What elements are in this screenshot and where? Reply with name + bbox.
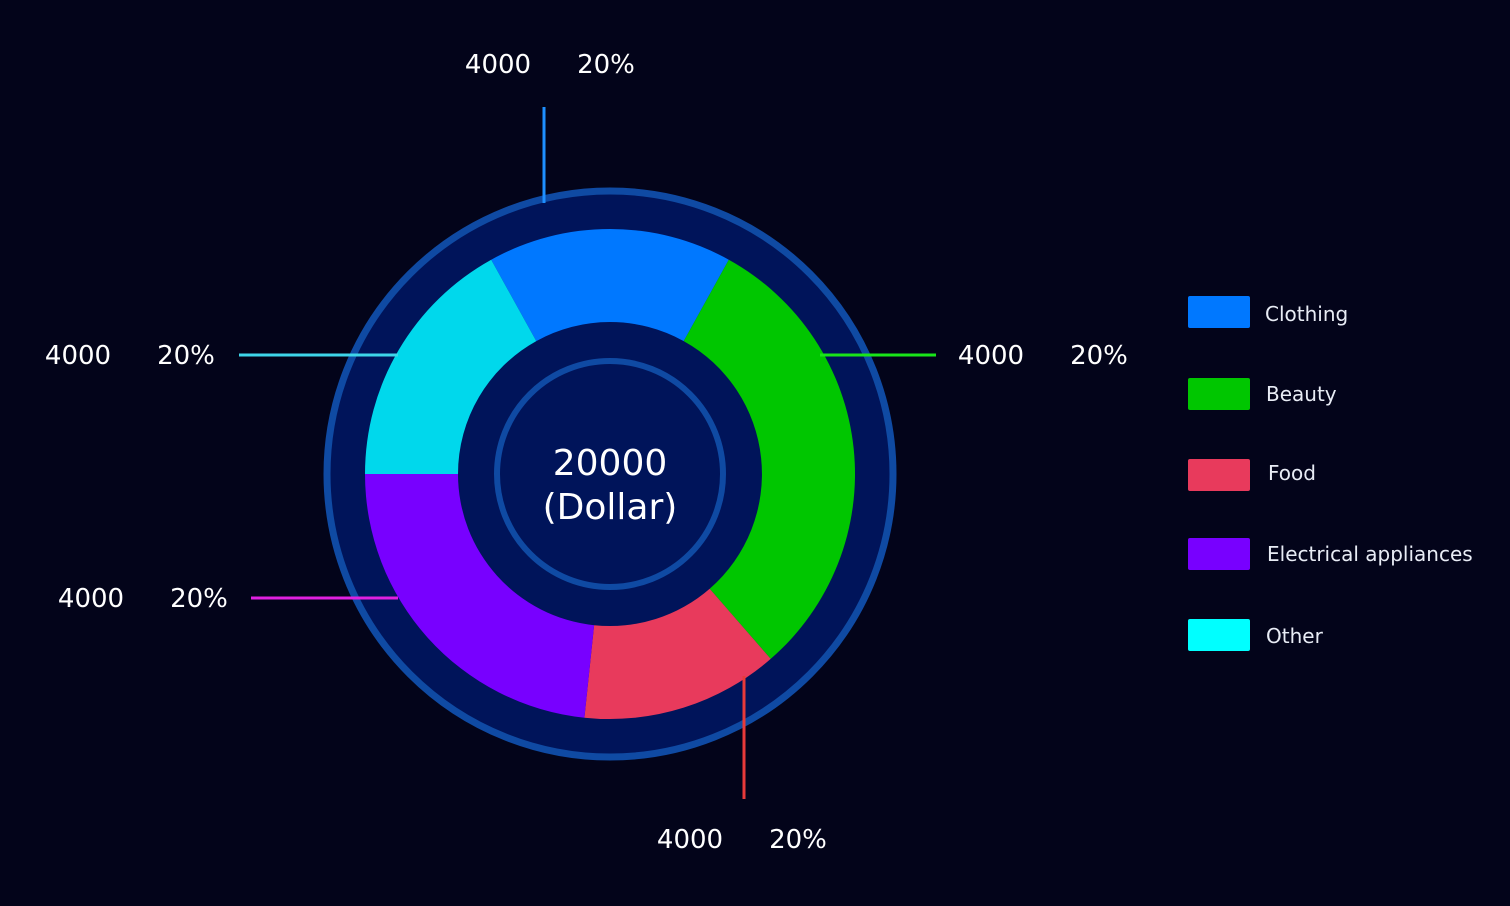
legend-label-clothing[interactable]: Clothing (1265, 302, 1348, 326)
legend-label-other[interactable]: Other (1266, 624, 1324, 648)
value-label-food: 4000 (657, 825, 723, 855)
legend-label-food[interactable]: Food (1268, 461, 1316, 485)
value-label-other: 4000 (45, 341, 111, 371)
legend-swatch-beauty[interactable] (1188, 378, 1250, 410)
center-total-value: 20000 (553, 443, 668, 484)
donut-chart: 20000 (Dollar) 4000 20% 4000 20% 4000 20… (0, 0, 1510, 906)
value-label-clothing: 4000 (465, 50, 531, 80)
percent-label-food: 20% (769, 825, 827, 855)
center-total-unit: (Dollar) (543, 487, 678, 528)
percent-label-other: 20% (157, 341, 215, 371)
legend-label-beauty[interactable]: Beauty (1266, 382, 1337, 406)
legend-swatch-electrical-appliances[interactable] (1188, 538, 1250, 570)
legend-swatch-other[interactable] (1188, 619, 1250, 651)
legend-swatch-food[interactable] (1188, 459, 1250, 491)
value-label-beauty: 4000 (958, 341, 1024, 371)
value-label-electrical-appliances: 4000 (58, 584, 124, 614)
legend-label-electrical-appliances[interactable]: Electrical appliances (1267, 542, 1473, 566)
percent-label-electrical-appliances: 20% (170, 584, 228, 614)
legend-swatch-clothing[interactable] (1188, 296, 1250, 328)
percent-label-beauty: 20% (1070, 341, 1128, 371)
percent-label-clothing: 20% (577, 50, 635, 80)
